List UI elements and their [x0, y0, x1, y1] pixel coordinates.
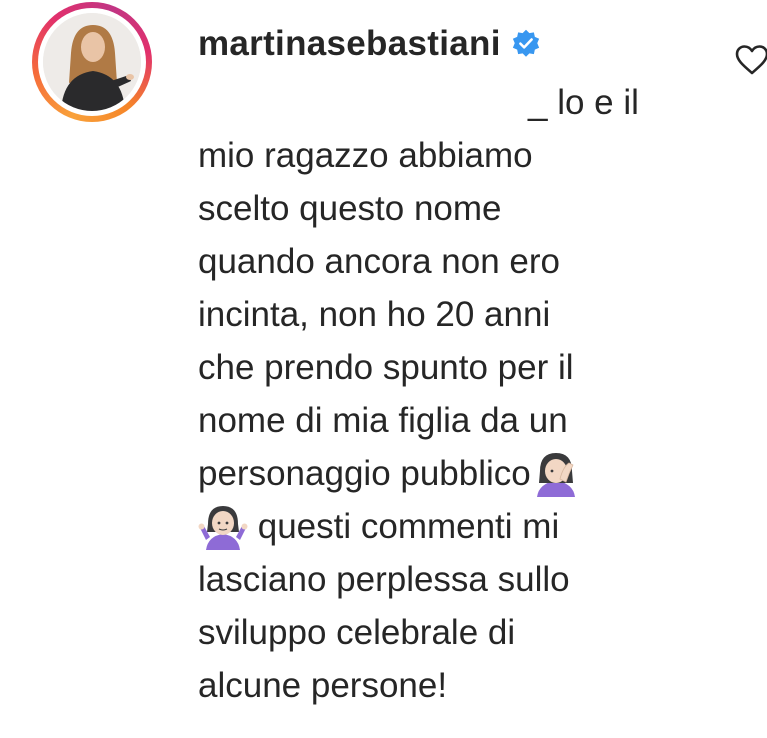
comment-line: sviluppo celebrale di — [198, 613, 516, 652]
avatar-ring-gap — [38, 8, 146, 116]
comment-line: che prendo spunto per il — [198, 348, 574, 387]
avatar-photo — [43, 13, 141, 111]
comment-header: martinasebastiani — [198, 18, 541, 70]
comment-line: quando ancora non ero — [198, 242, 560, 281]
comment-line: lasciano perplessa sullo — [198, 560, 570, 599]
comment-line: nome di mia figlia da un — [198, 401, 568, 440]
username-link[interactable]: martinasebastiani — [198, 24, 501, 64]
comment-line: incinta, non ho 20 anni — [198, 295, 551, 334]
shrug-icon — [198, 506, 248, 550]
comment-line-text: personaggio pubblico — [198, 454, 531, 493]
verified-badge-icon — [512, 29, 539, 57]
face-palm-icon — [536, 453, 575, 497]
comment-line-text: questi commenti mi — [257, 507, 560, 546]
comment-line: _ lo e il — [528, 83, 639, 122]
heart-outline-icon[interactable] — [734, 42, 767, 78]
comment-line-with-emoji: personaggio pubblico — [198, 447, 688, 500]
avatar[interactable] — [43, 13, 141, 111]
comment-line: scelto questo nome — [198, 189, 502, 228]
avatar-story-ring[interactable] — [32, 2, 152, 122]
comment-line-with-emoji: questi commenti mi — [198, 500, 688, 553]
comment-text: _ lo e il mio ragazzo abbiamo scelto que… — [198, 76, 688, 712]
comment-line: alcune persone! — [198, 666, 448, 705]
comment-line: mio ragazzo abbiamo — [198, 136, 533, 175]
